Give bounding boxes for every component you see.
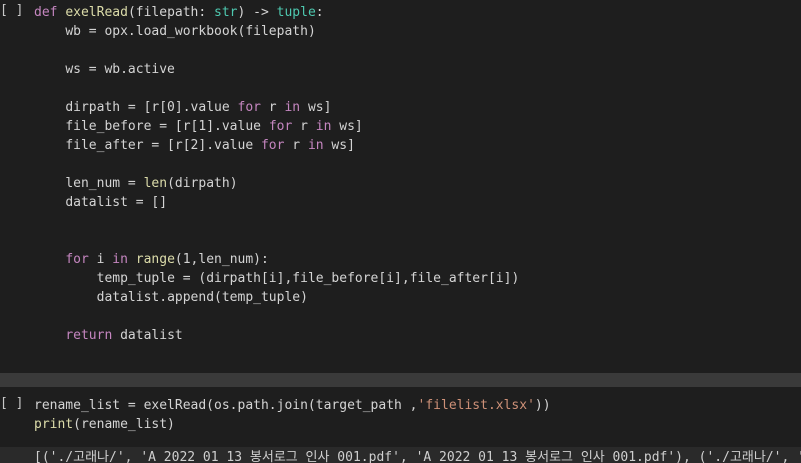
code-token: for — [237, 100, 261, 115]
code-token: in — [307, 138, 324, 153]
code-token: (rename_list) — [73, 417, 175, 432]
code-token: file_after = [r[2].value — [65, 138, 261, 153]
code-token: : — [315, 5, 324, 20]
code-cell-2[interactable]: [ ] rename_list = exelRead(os.path.join(… — [0, 387, 801, 447]
code-line[interactable] — [34, 155, 801, 174]
code-token: r — [292, 119, 316, 134]
code-line[interactable]: len_num = len(dirpath) — [34, 174, 801, 193]
code-token: for — [65, 252, 89, 267]
code-token: ws] — [331, 119, 363, 134]
code-token: len — [143, 176, 168, 191]
code-line[interactable]: print(rename_list) — [34, 415, 801, 434]
code-line[interactable] — [34, 307, 801, 326]
code-token: print — [34, 417, 74, 432]
code-line[interactable]: datalist = [] — [34, 193, 801, 212]
code-token: ws = wb.active — [65, 62, 175, 77]
code-token: in — [284, 100, 301, 115]
code-token: 'filelist.xlsx' — [417, 398, 535, 413]
code-token: str — [214, 5, 238, 20]
code-line[interactable]: rename_list = exelRead(os.path.join(targ… — [34, 396, 801, 415]
code-token: datalist — [112, 328, 183, 343]
code-line[interactable]: dirpath = [r[0].value for r in ws] — [34, 98, 801, 117]
output-text: [('./고래나/', 'A_2022_01_13_봉서로그_인사_001.pd… — [34, 450, 801, 463]
code-token: (1,len_num): — [174, 252, 269, 267]
code-line[interactable]: ws = wb.active — [34, 60, 801, 79]
run-indicator[interactable]: [ ] — [0, 396, 24, 411]
code-token: def — [34, 5, 66, 20]
code-line[interactable]: datalist.append(temp_tuple) — [34, 288, 801, 307]
code-token: wb = opx.load_workbook(filepath) — [65, 24, 316, 39]
code-token: (dirpath) — [167, 176, 238, 191]
code-token: datalist = [] — [65, 195, 168, 210]
code-token: )) — [534, 398, 551, 413]
code-line[interactable] — [34, 41, 801, 60]
code-line[interactable]: wb = opx.load_workbook(filepath) — [34, 22, 801, 41]
code-token: exelRead — [65, 5, 128, 20]
code-token: in — [112, 252, 128, 267]
code-line[interactable] — [34, 79, 801, 98]
code-token: rename_list = exelRead(os.path.join(targ… — [34, 398, 418, 413]
code-line[interactable]: file_before = [r[1].value for r in ws] — [34, 117, 801, 136]
code-line[interactable]: def exelRead(filepath: str) -> tuple: — [34, 3, 801, 22]
code-token: ws] — [323, 138, 355, 153]
code-token: (filepath: — [127, 5, 215, 20]
code-editor[interactable]: rename_list = exelRead(os.path.join(targ… — [34, 396, 801, 434]
code-token: len_num = — [65, 176, 144, 191]
code-line[interactable] — [34, 231, 801, 250]
code-line[interactable]: return datalist — [34, 326, 801, 345]
code-token: for — [260, 138, 285, 153]
code-token: dirpath = [r[0].value — [65, 100, 238, 115]
run-indicator[interactable]: [ ] — [0, 3, 24, 18]
code-editor[interactable]: def exelRead(filepath: str) -> tuple: wb… — [34, 3, 801, 345]
code-cell-1[interactable]: [ ] def exelRead(filepath: str) -> tuple… — [0, 0, 801, 373]
code-token: r — [260, 100, 285, 115]
code-token: datalist.append(temp_tuple) — [96, 290, 308, 305]
code-line[interactable]: file_after = [r[2].value for r in ws] — [34, 136, 801, 155]
code-line[interactable]: for i in range(1,len_num): — [34, 250, 801, 269]
code-token: in — [315, 119, 332, 134]
code-token: for — [268, 119, 293, 134]
code-line[interactable]: temp_tuple = (dirpath[i],file_before[i],… — [34, 269, 801, 288]
code-token: file_before = [r[1].value — [65, 119, 269, 134]
code-line[interactable] — [34, 212, 801, 231]
code-token: r — [284, 138, 308, 153]
code-token: i — [88, 252, 113, 267]
code-token: range — [135, 252, 175, 267]
code-token: ) -> — [237, 5, 277, 20]
code-token: tuple — [276, 5, 316, 20]
code-token: ws] — [300, 100, 332, 115]
code-token: return — [65, 328, 113, 343]
cell-output: [('./고래나/', 'A_2022_01_13_봉서로그_인사_001.pd… — [0, 447, 801, 463]
cell-divider — [0, 373, 801, 387]
code-token: temp_tuple = (dirpath[i],file_before[i],… — [96, 271, 520, 286]
